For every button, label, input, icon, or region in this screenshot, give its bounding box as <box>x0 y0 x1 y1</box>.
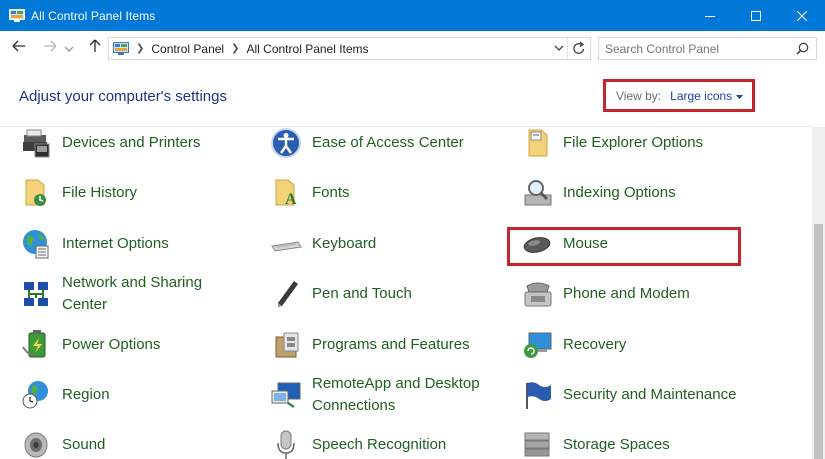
item-label: Power Options <box>62 336 161 353</box>
recent-locations-button[interactable] <box>63 39 75 57</box>
phone-modem-icon <box>519 276 555 312</box>
item-label: Recovery <box>563 336 627 353</box>
globe-icon <box>18 226 54 262</box>
fonts-folder-icon: A <box>268 175 304 211</box>
ease-of-access-icon <box>268 125 304 161</box>
breadcrumb-separator-icon: ❯ <box>231 43 240 54</box>
title-bar: All Control Panel Items <box>0 0 825 31</box>
item-security-and-maintenance[interactable]: Security and Maintenance <box>519 377 736 413</box>
storage-drives-icon <box>519 427 555 459</box>
item-label: Internet Options <box>62 235 169 252</box>
flag-icon <box>519 377 555 413</box>
item-label: File History <box>62 184 138 201</box>
view-by-value[interactable]: Large icons <box>670 89 732 103</box>
item-label: Security and Maintenance <box>563 386 737 403</box>
minimize-icon <box>705 11 715 21</box>
item-label: Speech Recognition <box>312 436 447 453</box>
item-phone-and-modem[interactable]: Phone and Modem <box>519 276 690 312</box>
page-title: Adjust your computer's settings <box>19 88 227 105</box>
item-label: Programs and Features <box>312 336 470 353</box>
network-icon <box>18 276 54 312</box>
recovery-icon <box>519 327 555 363</box>
item-file-history[interactable]: File History <box>18 175 137 211</box>
item-region[interactable]: Region <box>18 377 110 413</box>
breadcrumb-all-items[interactable]: All Control Panel Items <box>247 42 369 56</box>
search-input[interactable] <box>605 41 785 56</box>
view-by-label: View by: <box>616 88 662 103</box>
item-label: Network and Sharing Center <box>62 274 203 313</box>
address-dropdown-icon[interactable] <box>554 42 564 57</box>
up-button[interactable] <box>86 39 104 57</box>
search-icon[interactable] <box>796 42 809 60</box>
remote-desktop-icon <box>268 377 304 413</box>
address-bar[interactable]: ❯ Control Panel ❯ All Control Panel Item… <box>108 37 591 60</box>
keyboard-icon <box>268 226 304 262</box>
item-remoteapp-and-desktop-connections[interactable]: RemoteApp and Desktop Connections <box>268 373 480 417</box>
region-globe-clock-icon <box>18 377 54 413</box>
indexing-magnifier-icon <box>519 175 555 211</box>
close-button[interactable] <box>779 0 825 31</box>
vertical-scrollbar[interactable] <box>812 127 825 459</box>
navigation-bar: ❯ Control Panel ❯ All Control Panel Item… <box>0 31 825 65</box>
item-label: Fonts <box>312 184 350 201</box>
item-label: Phone and Modem <box>563 285 690 302</box>
item-label: Pen and Touch <box>312 285 412 302</box>
caret-down-icon <box>736 89 744 103</box>
item-indexing-options[interactable]: Indexing Options <box>519 175 676 211</box>
item-storage-spaces[interactable]: Storage Spaces <box>519 427 670 459</box>
file-history-icon <box>18 175 54 211</box>
svg-text:A: A <box>285 191 297 208</box>
item-network-and-sharing-center[interactable]: Network and Sharing Center <box>18 272 202 316</box>
mouse-highlight-box <box>507 227 741 266</box>
item-ease-of-access-center[interactable]: Ease of Access Center <box>268 125 464 161</box>
arrow-left-icon <box>12 39 26 57</box>
item-label: Ease of Access Center <box>312 134 464 151</box>
item-label: Storage Spaces <box>563 436 670 453</box>
item-label: Indexing Options <box>563 184 676 201</box>
item-fonts[interactable]: A Fonts <box>268 175 350 211</box>
arrow-right-icon <box>43 39 57 57</box>
minimize-button[interactable] <box>687 0 733 31</box>
item-devices-and-printers[interactable]: Devices and Printers <box>18 125 200 161</box>
item-recovery[interactable]: Recovery <box>519 327 626 363</box>
item-label: Devices and Printers <box>62 134 201 151</box>
close-icon <box>797 10 807 21</box>
pen-icon <box>268 276 304 312</box>
view-by-selector[interactable]: View by: Large icons <box>603 79 755 112</box>
item-label: RemoteApp and Desktop Connections <box>312 375 480 414</box>
breadcrumb-separator-icon: ❯ <box>136 43 145 54</box>
forward-button[interactable] <box>41 39 59 57</box>
address-divider <box>567 38 568 59</box>
item-pen-and-touch[interactable]: Pen and Touch <box>268 276 412 312</box>
item-internet-options[interactable]: Internet Options <box>18 226 169 262</box>
printer-icon <box>18 125 54 161</box>
control-panel-icon <box>113 42 129 55</box>
item-keyboard[interactable]: Keyboard <box>268 226 376 262</box>
window-title: All Control Panel Items <box>31 8 156 23</box>
programs-box-icon <box>268 327 304 363</box>
control-panel-icon <box>9 9 25 22</box>
item-label: Keyboard <box>312 235 377 252</box>
item-sound[interactable]: Sound <box>18 427 105 459</box>
item-programs-and-features[interactable]: Programs and Features <box>268 327 470 363</box>
item-speech-recognition[interactable]: Speech Recognition <box>268 427 446 459</box>
chevron-down-icon <box>64 39 74 57</box>
back-button[interactable] <box>10 39 28 57</box>
refresh-icon[interactable] <box>572 41 586 59</box>
breadcrumb-control-panel[interactable]: Control Panel <box>151 42 224 56</box>
scrollbar-thumb[interactable] <box>814 224 823 459</box>
maximize-button[interactable] <box>733 0 779 31</box>
speaker-icon <box>18 427 54 459</box>
item-file-explorer-options[interactable]: File Explorer Options <box>519 125 703 161</box>
search-box[interactable] <box>598 37 817 60</box>
maximize-icon <box>751 10 761 21</box>
arrow-up-icon <box>89 39 101 58</box>
battery-icon <box>18 327 54 363</box>
item-label: Sound <box>62 436 106 453</box>
folder-options-icon <box>519 125 555 161</box>
item-label: Region <box>62 386 110 403</box>
microphone-icon <box>268 427 304 459</box>
item-power-options[interactable]: Power Options <box>18 327 160 363</box>
item-label: File Explorer Options <box>563 134 704 151</box>
